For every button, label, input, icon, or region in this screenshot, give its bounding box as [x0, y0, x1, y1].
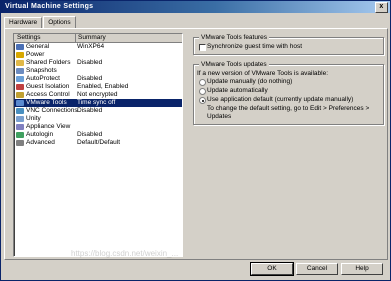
list-item[interactable]: Power — [14, 51, 182, 59]
isolation-icon — [16, 84, 24, 90]
list-item-name: Appliance View — [26, 123, 71, 130]
list-item[interactable]: AutoProtect Disabled — [14, 75, 182, 83]
update-manually-radio[interactable] — [199, 79, 206, 86]
update-automatically-label[interactable]: Update automatically — [207, 87, 268, 95]
list-item[interactable]: Access Control Not encrypted — [14, 91, 182, 99]
general-icon — [16, 44, 24, 50]
use-default-radio[interactable] — [199, 97, 206, 104]
list-item-name: Shared Folders — [26, 59, 71, 66]
list-item-name: Autologin — [26, 131, 54, 138]
updates-legend: VMware Tools updates — [199, 61, 269, 69]
list-item-summary: Disabled — [77, 59, 103, 66]
updates-group: VMware Tools updates If a new version of… — [193, 61, 384, 125]
list-item[interactable]: Autologin Disabled — [14, 131, 182, 139]
list-item-name: Unity — [26, 115, 41, 122]
unity-icon — [16, 116, 24, 122]
list-item-summary: WinXP64 — [77, 43, 105, 50]
window-title: Virtual Machine Settings — [5, 3, 94, 10]
ok-button[interactable]: OK — [250, 262, 294, 276]
updates-prompt: If a new version of VMware Tools is avai… — [197, 70, 329, 77]
tools-icon — [16, 100, 24, 106]
advanced-icon — [16, 140, 24, 146]
list-item-name: VNC Connections — [26, 107, 78, 114]
list-item-name: General — [26, 43, 50, 50]
folder-icon — [16, 60, 24, 66]
settings-window: Virtual Machine Settings x Hardware Opti… — [0, 0, 391, 281]
list-item[interactable]: VMware Tools Time sync off — [14, 99, 182, 107]
list-item[interactable]: Unity — [14, 115, 182, 123]
list-item-name: VMware Tools — [26, 99, 67, 106]
cancel-button[interactable]: Cancel — [296, 263, 338, 275]
list-rows: General WinXP64 Power Shared Folders Disable… — [14, 43, 182, 147]
snapshot-icon — [16, 68, 24, 74]
list-item[interactable]: Snapshots — [14, 67, 182, 75]
list-item-summary: Disabled — [77, 107, 103, 114]
list-item-name: Advanced — [26, 139, 55, 146]
vnc-icon — [16, 108, 24, 114]
features-group: VMware Tools features Synchronize guest … — [193, 34, 384, 55]
close-icon[interactable]: x — [375, 2, 388, 13]
column-header-summary[interactable]: Summary — [75, 34, 182, 42]
tab-hardware[interactable]: Hardware — [4, 17, 43, 28]
sync-time-label[interactable]: Synchronize guest time with host — [207, 43, 302, 51]
list-item-summary: Not encrypted — [77, 91, 118, 98]
sync-time-checkbox[interactable] — [199, 44, 206, 51]
list-item[interactable]: General WinXP64 — [14, 43, 182, 51]
list-item[interactable]: Advanced Default/Default — [14, 139, 182, 147]
updates-note-line1: To change the default setting, go to Edi… — [207, 105, 370, 112]
title-bar[interactable]: Virtual Machine Settings x — [1, 1, 390, 13]
list-item[interactable]: Guest Isolation Enabled, Enabled — [14, 83, 182, 91]
list-item[interactable]: Shared Folders Disabled — [14, 59, 182, 67]
list-item-name: Power — [26, 51, 45, 58]
tab-strip: Hardware Options — [4, 16, 77, 28]
update-automatically-radio[interactable] — [199, 88, 206, 95]
update-manually-label[interactable]: Update manually (do nothing) — [207, 78, 292, 86]
list-item[interactable]: VNC Connections Disabled — [14, 107, 182, 115]
autoprotect-icon — [16, 76, 24, 82]
power-icon — [16, 52, 24, 58]
tab-options[interactable]: Options — [43, 16, 76, 28]
autologin-icon — [16, 132, 24, 138]
updates-note-line2: Updates — [207, 113, 232, 120]
lock-icon — [16, 92, 24, 98]
list-item-summary: Enabled, Enabled — [77, 83, 129, 90]
list-item-summary: Disabled — [77, 75, 103, 82]
list-item-name: Guest Isolation — [26, 83, 70, 90]
column-header-settings[interactable]: Settings — [14, 34, 76, 42]
list-item-summary: Time sync off — [77, 99, 116, 106]
watermark: https://blog.csdn.net/weixin_... — [71, 249, 179, 258]
list-item-name: Access Control — [26, 91, 70, 98]
features-legend: VMware Tools features — [199, 34, 269, 42]
list-item-name: Snapshots — [26, 67, 57, 74]
help-button[interactable]: Help — [341, 263, 383, 275]
settings-list[interactable]: Settings Summary General WinXP64 Power Shar… — [13, 33, 183, 257]
list-item-summary: Disabled — [77, 131, 103, 138]
list-item[interactable]: Appliance View — [14, 123, 182, 131]
list-item-name: AutoProtect — [26, 75, 60, 82]
list-header: Settings Summary — [14, 34, 182, 43]
list-item-summary: Default/Default — [77, 139, 120, 146]
appliance-icon — [16, 124, 24, 130]
use-default-label[interactable]: Use application default (currently updat… — [207, 96, 353, 104]
